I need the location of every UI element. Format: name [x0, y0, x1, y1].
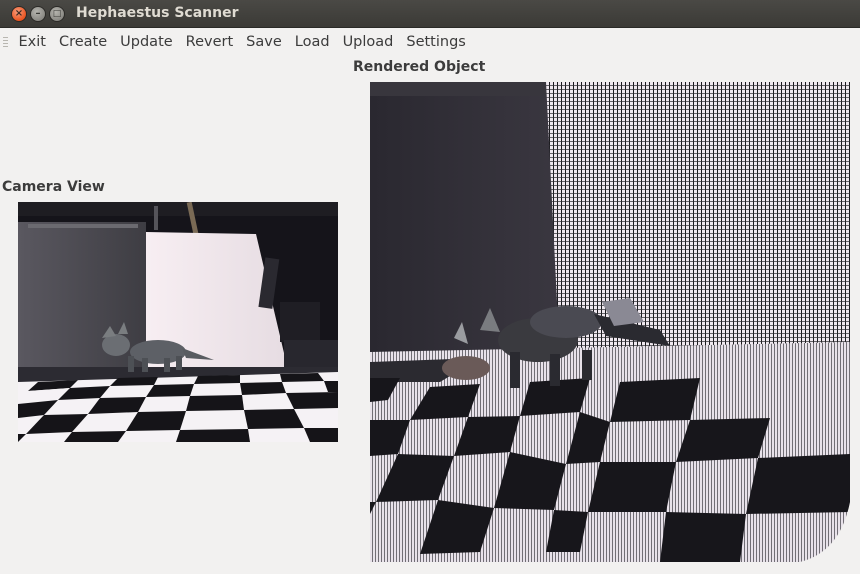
minimize-icon: – — [35, 8, 41, 19]
menu-bar: Exit Create Update Revert Save Load Uplo… — [0, 28, 860, 56]
menu-update[interactable]: Update — [114, 34, 180, 50]
point-cloud-graphic — [370, 82, 850, 562]
camera-feed-graphic — [18, 202, 338, 442]
title-bar: × – □ Hephaestus Scanner — [0, 0, 860, 28]
menubar-grip-icon[interactable] — [3, 37, 8, 48]
rendered-object-image — [370, 82, 850, 562]
camera-view-image — [18, 202, 338, 442]
menu-upload[interactable]: Upload — [336, 34, 400, 50]
menu-settings[interactable]: Settings — [400, 34, 472, 50]
menu-create[interactable]: Create — [52, 34, 113, 50]
close-icon: × — [14, 8, 24, 19]
maximize-window-button[interactable]: □ — [49, 6, 65, 22]
window-title: Hephaestus Scanner — [76, 5, 239, 21]
maximize-icon: □ — [52, 8, 62, 19]
menu-exit[interactable]: Exit — [12, 34, 52, 50]
menu-save[interactable]: Save — [240, 34, 289, 50]
minimize-window-button[interactable]: – — [30, 6, 46, 22]
close-window-button[interactable]: × — [11, 6, 27, 22]
rendered-object-label: Rendered Object — [353, 59, 486, 75]
camera-view-label: Camera View — [2, 179, 105, 195]
menu-load[interactable]: Load — [288, 34, 336, 50]
menu-revert[interactable]: Revert — [179, 34, 240, 50]
